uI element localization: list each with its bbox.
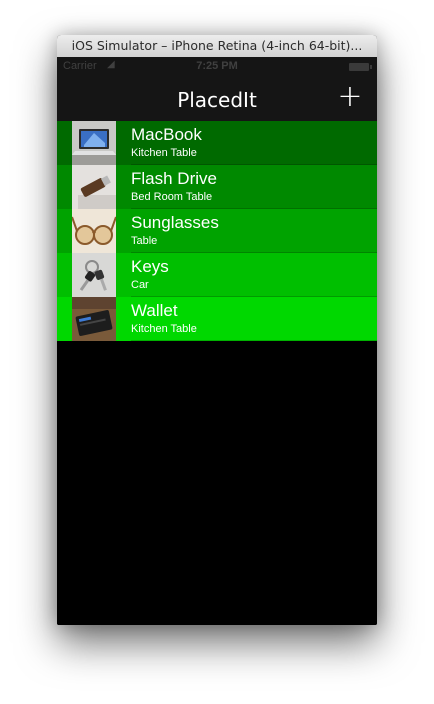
status-time: 7:25 PM [196, 60, 238, 72]
item-place: Kitchen Table [131, 323, 197, 335]
item-name: Wallet [131, 301, 178, 320]
row-separator [131, 340, 377, 341]
item-place: Bed Room Table [131, 191, 213, 203]
simulator-window: iOS Simulator – iPhone Retina (4-inch 64… [57, 35, 377, 625]
item-name: Keys [131, 257, 169, 276]
navigation-bar: PlacedIt + [57, 77, 377, 121]
phone-screen: Carrier ◢ 7:25 PM PlacedIt + MacBook Kit… [57, 57, 377, 625]
status-bar: Carrier ◢ 7:25 PM [57, 57, 377, 77]
battery-icon [349, 63, 372, 71]
list-item-flash-drive[interactable]: Flash Drive Bed Room Table [57, 165, 377, 209]
wallet-thumbnail [72, 297, 116, 341]
keys-thumbnail [72, 253, 116, 297]
list-item-wallet[interactable]: Wallet Kitchen Table [57, 297, 377, 341]
list-item-macbook[interactable]: MacBook Kitchen Table [57, 121, 377, 165]
item-place: Table [131, 235, 158, 247]
sunglasses-thumbnail [72, 209, 116, 253]
item-name: MacBook [131, 125, 202, 144]
item-place: Car [131, 279, 149, 291]
window-title: iOS Simulator – iPhone Retina (4-inch 64… [71, 38, 363, 53]
list-item-keys[interactable]: Keys Car [57, 253, 377, 297]
nav-title: PlacedIt [177, 88, 257, 112]
list-item-sunglasses[interactable]: Sunglasses Table [57, 209, 377, 253]
add-button[interactable]: + [337, 82, 363, 112]
window-titlebar[interactable]: iOS Simulator – iPhone Retina (4-inch 64… [57, 35, 377, 58]
flash-drive-thumbnail [72, 165, 116, 209]
item-name: Sunglasses [131, 213, 219, 232]
item-name: Flash Drive [131, 169, 217, 188]
laptop-thumbnail [72, 121, 116, 165]
item-place: Kitchen Table [131, 147, 197, 159]
item-list: MacBook Kitchen Table Flash Drive Bed Ro… [57, 121, 377, 341]
